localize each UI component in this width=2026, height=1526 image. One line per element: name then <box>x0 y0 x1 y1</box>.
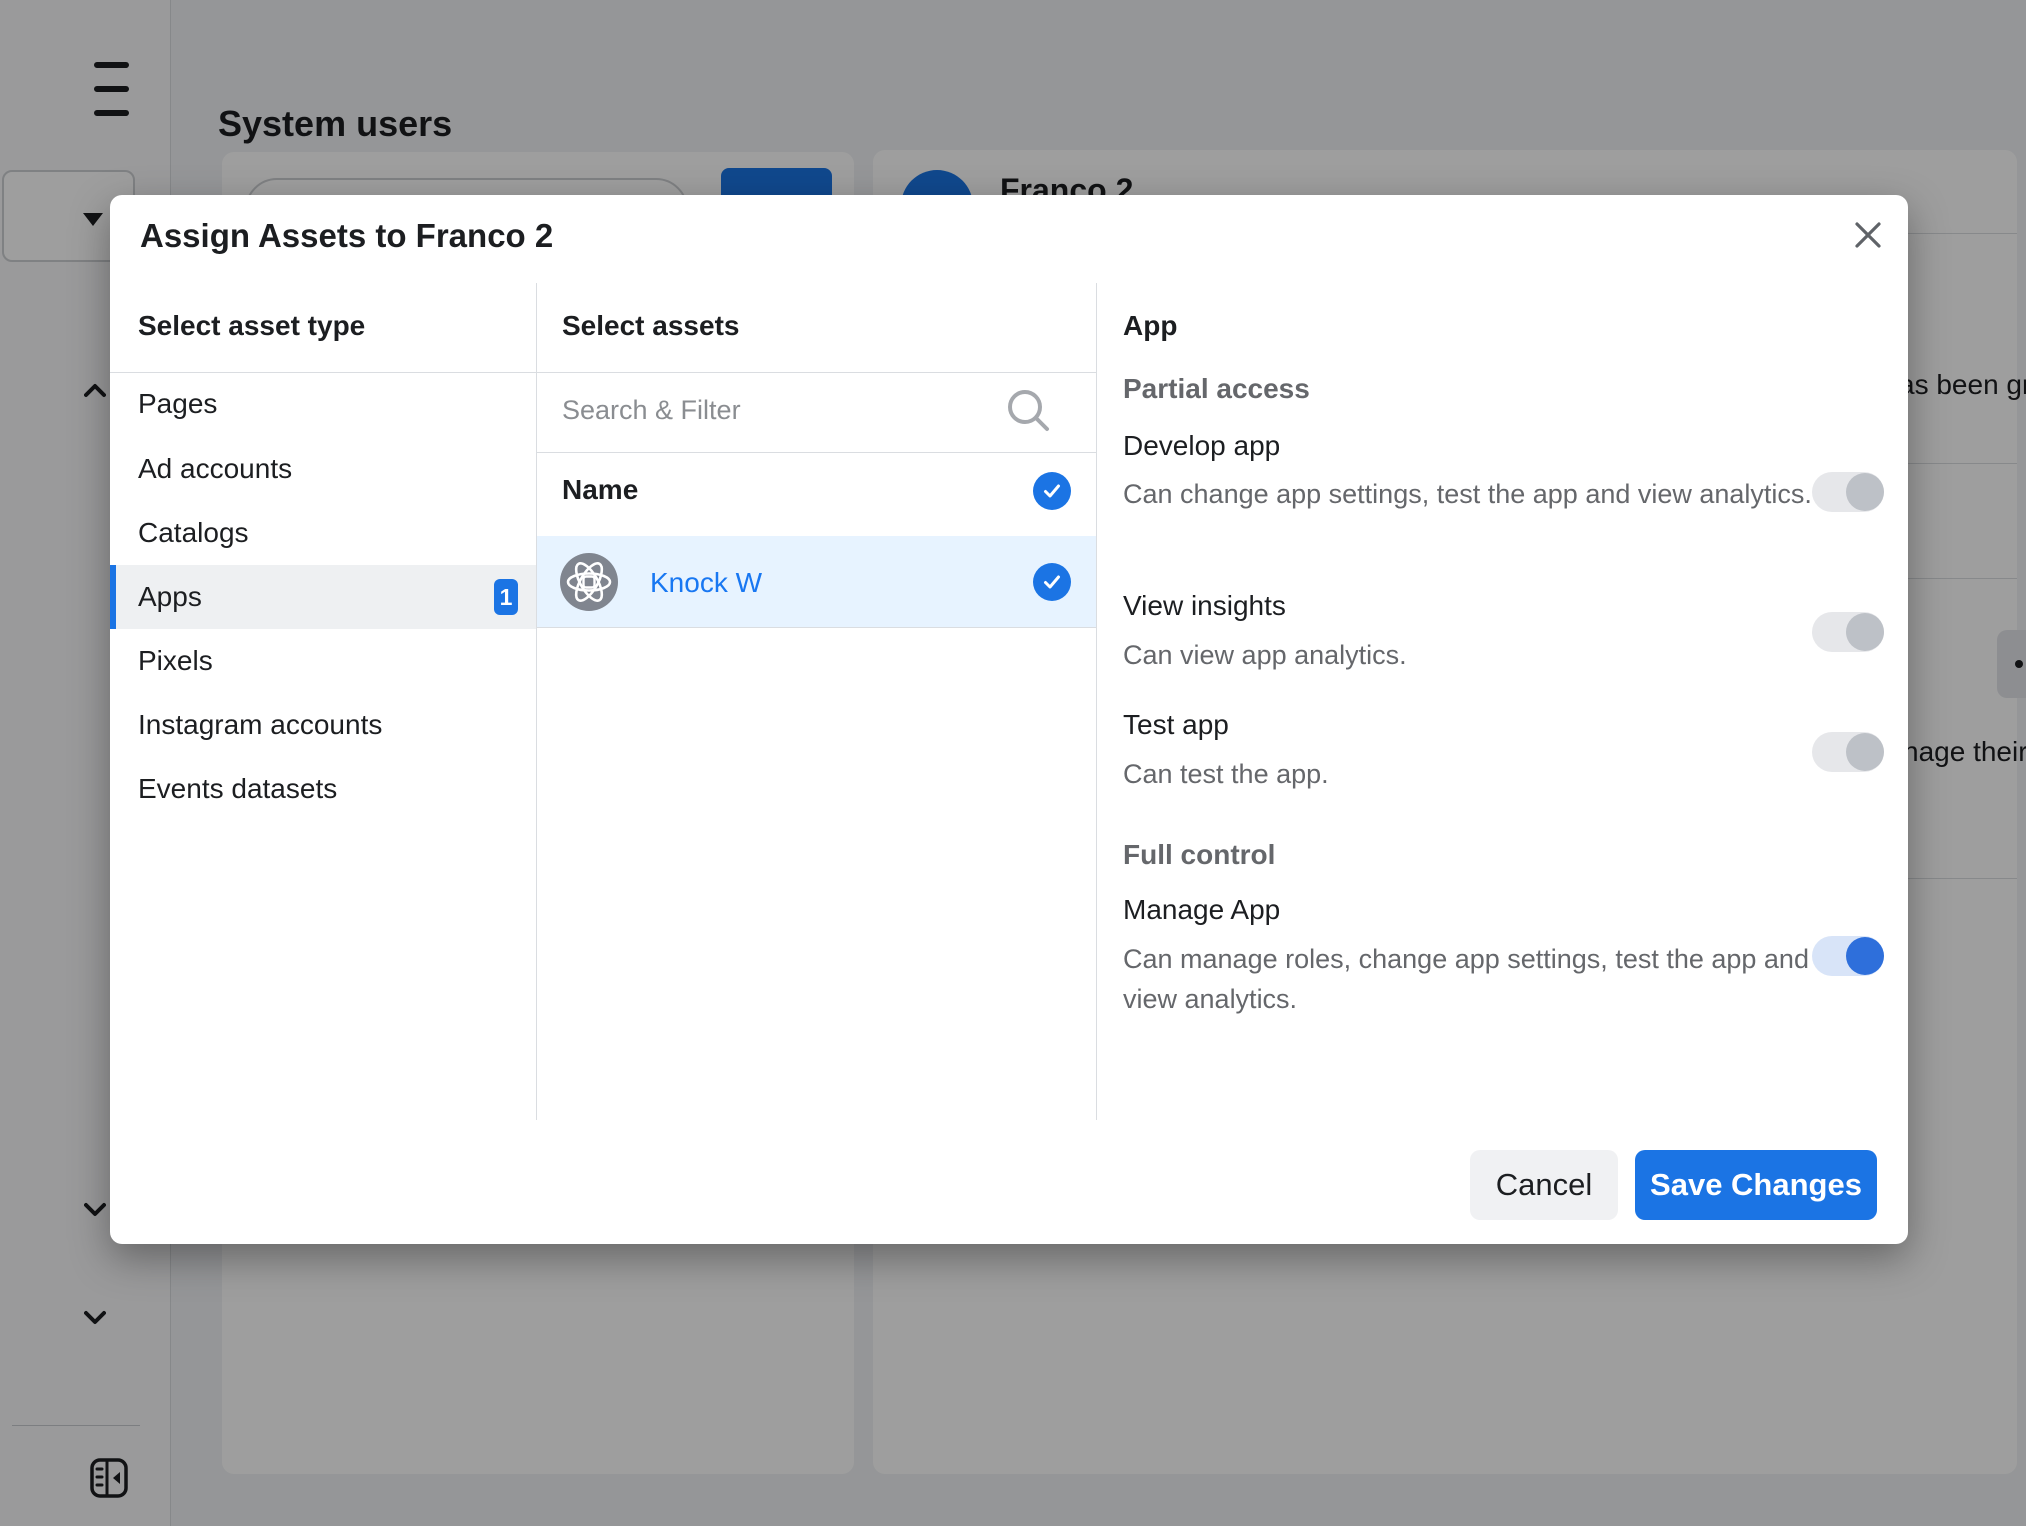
test-app-toggle[interactable] <box>1812 732 1884 772</box>
section-heading-full-control: Full control <box>1123 839 1275 871</box>
asset-type-catalogs[interactable]: Catalogs <box>110 501 536 565</box>
cancel-button[interactable]: Cancel <box>1470 1150 1618 1220</box>
save-changes-button[interactable]: Save Changes <box>1635 1150 1877 1220</box>
asset-type-pages[interactable]: Pages <box>110 372 536 436</box>
asset-type-pixels[interactable]: Pixels <box>110 629 536 693</box>
toggle-knob <box>1846 473 1884 511</box>
column-divider <box>536 283 537 1120</box>
permission-description: Can manage roles, change app settings, t… <box>1123 939 1823 1019</box>
permission-description: Can change app settings, test the app an… <box>1123 474 1823 514</box>
section-heading-partial-access: Partial access <box>1123 373 1310 405</box>
asset-row-check[interactable] <box>1033 563 1071 601</box>
asset-type-events-datasets[interactable]: Events datasets <box>110 757 536 821</box>
select-all-check[interactable] <box>1033 472 1071 510</box>
permission-description: Can view app analytics. <box>1123 635 1823 675</box>
app-atom-icon <box>560 553 618 611</box>
assets-name-header: Name <box>562 474 638 506</box>
develop-app-toggle[interactable] <box>1812 472 1884 512</box>
asset-row-knock-w[interactable]: Knock W <box>537 536 1096 628</box>
permission-label-view-insights: View insights <box>1123 590 1286 622</box>
asset-name: Knock W <box>650 567 762 599</box>
permission-label-develop-app: Develop app <box>1123 430 1280 462</box>
column-divider <box>1096 283 1097 1120</box>
search-divider <box>536 452 1096 453</box>
asset-type-ad-accounts[interactable]: Ad accounts <box>110 437 536 501</box>
toggle-knob <box>1846 937 1884 975</box>
dialog-title: Assign Assets to Franco 2 <box>140 217 553 255</box>
permissions-column-header: App <box>1123 310 1177 342</box>
assign-assets-dialog: Assign Assets to Franco 2 Select asset t… <box>110 195 1908 1244</box>
view-insights-toggle[interactable] <box>1812 612 1884 652</box>
asset-type-column-header: Select asset type <box>138 310 365 342</box>
search-icon <box>1005 387 1051 438</box>
selected-count-badge: 1 <box>494 579 518 615</box>
asset-type-apps[interactable]: Apps 1 <box>110 565 536 629</box>
toggle-knob <box>1846 733 1884 771</box>
asset-type-instagram-accounts[interactable]: Instagram accounts <box>110 693 536 757</box>
manage-app-toggle[interactable] <box>1812 936 1884 976</box>
asset-search-input[interactable] <box>562 379 982 441</box>
close-icon[interactable] <box>1846 214 1890 258</box>
permission-description: Can test the app. <box>1123 754 1823 794</box>
permission-label-test-app: Test app <box>1123 709 1229 741</box>
permission-label-manage-app: Manage App <box>1123 894 1280 926</box>
assets-column-header: Select assets <box>562 310 739 342</box>
toggle-knob <box>1846 613 1884 651</box>
